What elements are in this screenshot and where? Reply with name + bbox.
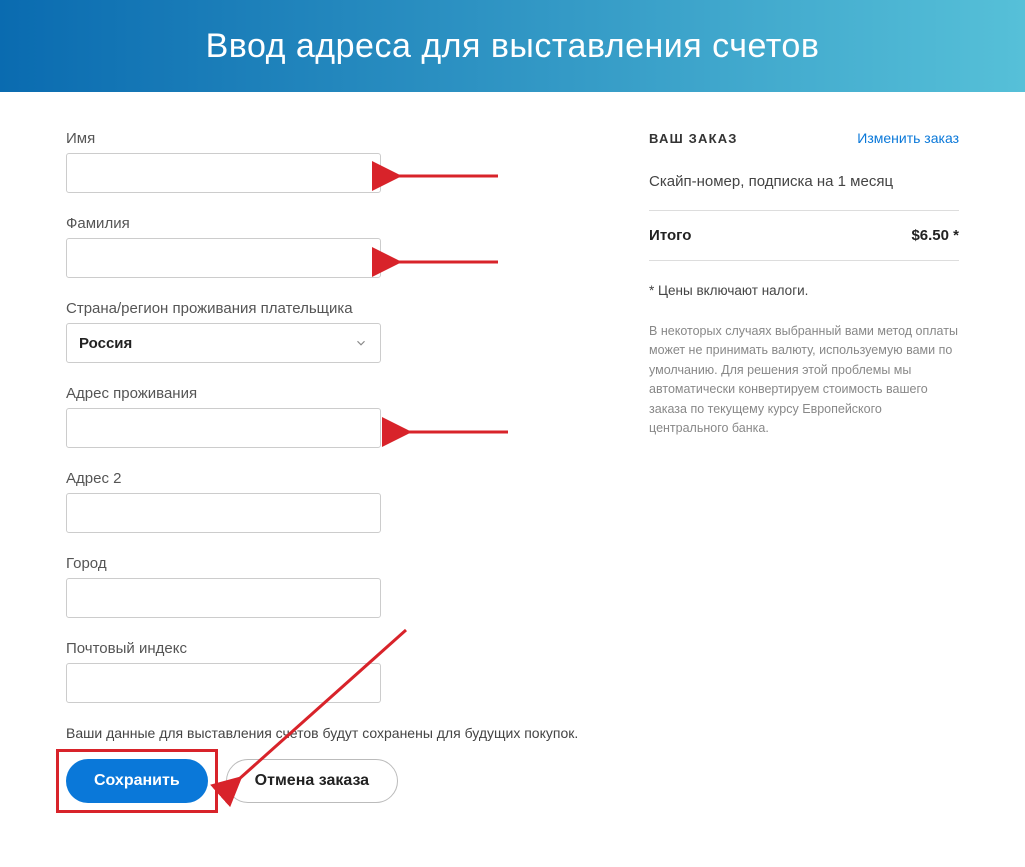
postal-input[interactable]	[66, 663, 381, 703]
address-label: Адрес проживания	[66, 385, 589, 402]
address2-field: Адрес 2	[66, 470, 589, 533]
country-select[interactable]: Россия	[66, 323, 381, 363]
last-name-label: Фамилия	[66, 215, 589, 232]
billing-form: Имя Фамилия Страна/регион проживания пла…	[66, 130, 589, 803]
first-name-field: Имя	[66, 130, 589, 193]
country-label: Страна/регион проживания плательщика	[66, 300, 589, 317]
address-field: Адрес проживания	[66, 385, 589, 448]
postal-label: Почтовый индекс	[66, 640, 589, 657]
order-item: Скайп-номер, подписка на 1 месяц	[649, 173, 959, 211]
change-order-link[interactable]: Изменить заказ	[857, 130, 959, 146]
country-selected-value: Россия	[79, 335, 132, 352]
order-heading: ВАШ ЗАКАЗ	[649, 131, 738, 146]
country-field: Страна/регион проживания плательщика Рос…	[66, 300, 589, 363]
first-name-input[interactable]	[66, 153, 381, 193]
address2-input[interactable]	[66, 493, 381, 533]
last-name-input[interactable]	[66, 238, 381, 278]
page-title: Ввод адреса для выставления счетов	[206, 27, 820, 66]
address2-label: Адрес 2	[66, 470, 589, 487]
tax-note: * Цены включают налоги.	[649, 283, 959, 298]
order-total-value: $6.50 *	[911, 227, 959, 244]
order-summary-header: ВАШ ЗАКАЗ Изменить заказ	[649, 130, 959, 147]
content-container: Имя Фамилия Страна/регион проживания пла…	[0, 92, 1025, 843]
postal-field: Почтовый индекс	[66, 640, 589, 703]
city-input[interactable]	[66, 578, 381, 618]
save-button[interactable]: Сохранить	[66, 759, 208, 803]
address-input[interactable]	[66, 408, 381, 448]
chevron-down-icon	[354, 336, 368, 350]
order-summary: ВАШ ЗАКАЗ Изменить заказ Скайп-номер, по…	[649, 130, 959, 803]
city-label: Город	[66, 555, 589, 572]
save-info-note: Ваши данные для выставления счетов будут…	[66, 725, 589, 741]
first-name-label: Имя	[66, 130, 589, 147]
order-total-row: Итого $6.50 *	[649, 227, 959, 261]
order-total-label: Итого	[649, 227, 691, 244]
button-row: Сохранить Отмена заказа	[66, 759, 589, 803]
city-field: Город	[66, 555, 589, 618]
cancel-order-button[interactable]: Отмена заказа	[226, 759, 398, 803]
currency-note: В некоторых случаях выбранный вами метод…	[649, 322, 959, 438]
page-header: Ввод адреса для выставления счетов	[0, 0, 1025, 92]
last-name-field: Фамилия	[66, 215, 589, 278]
